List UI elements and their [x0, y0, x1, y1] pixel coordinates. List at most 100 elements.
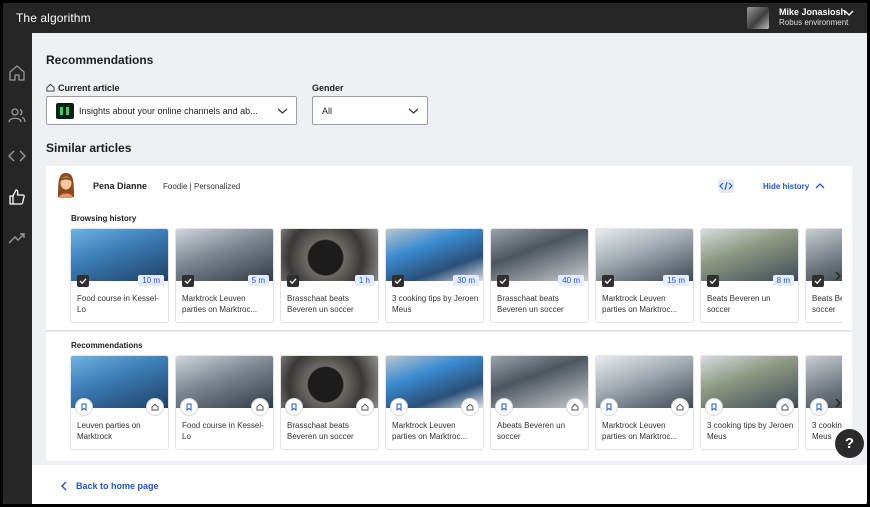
bookmark-icon	[501, 403, 507, 411]
history-article-card[interactable]: 1 h Brasschaat beats Beveren un soccer	[280, 228, 379, 323]
history-article-card[interactable]: 30 m 3 cooking tips by Jeroen Meus	[385, 228, 484, 323]
article-caption: Leuven parties on Marktrock	[77, 421, 141, 441]
code-button[interactable]	[718, 179, 734, 193]
chevron-down-icon[interactable]	[844, 9, 854, 17]
home-icon	[466, 403, 474, 411]
recommended-article-card[interactable]: Leuven parties on Marktrock	[70, 355, 169, 450]
article-thumbnail	[491, 229, 588, 281]
article-caption: Food course in Kessel-Lo	[182, 421, 264, 441]
home-button[interactable]	[777, 399, 793, 415]
checkbox-checked[interactable]	[392, 275, 404, 287]
recommended-article-card[interactable]: Food course in Kessel-Lo	[175, 355, 274, 450]
recommendations-row-title: Recommendations	[71, 341, 143, 350]
recommended-article-card[interactable]: 3 cooking tips by Jeroen Meus	[700, 355, 799, 450]
bookmark-icon	[711, 403, 717, 411]
history-article-card[interactable]: 40 m Brasschaat beats Beveren un soccer	[490, 228, 589, 323]
history-article-card[interactable]: 5 m Marktrock Leuven parties on Marktroc.…	[175, 228, 274, 323]
chevron-right-icon[interactable]	[832, 270, 844, 282]
bookmark-button[interactable]	[76, 399, 92, 415]
similar-articles-title: Similar articles	[46, 141, 132, 155]
app-title: The algorithm	[16, 11, 91, 25]
gender-value: All	[322, 106, 333, 116]
bookmark-icon	[81, 403, 87, 411]
recommended-article-card[interactable]: Marktrock Leuven parties on Marktroc...	[385, 355, 484, 450]
checkbox-checked[interactable]	[602, 275, 614, 287]
gender-select[interactable]: All	[312, 96, 428, 125]
bookmark-button[interactable]	[496, 399, 512, 415]
bookmark-button[interactable]	[601, 399, 617, 415]
chevron-right-icon[interactable]	[832, 397, 844, 409]
article-caption: Beats Beveren un soccer	[812, 294, 842, 314]
article-caption: Marktrock Leuven parties on Marktroc...	[602, 294, 678, 314]
browsing-history-row: 10 m Food course in Kessel-Lo 5 m Marktrock…	[70, 228, 842, 325]
bookmark-button[interactable]	[181, 399, 197, 415]
code-icon	[8, 150, 26, 162]
article-logo	[56, 103, 74, 119]
top-bar: The algorithm Mike Jonasiosh Robus envir…	[3, 3, 867, 33]
article-thumbnail	[386, 229, 483, 281]
page-title: Recommendations	[46, 53, 154, 67]
sidebar-item-code[interactable]	[7, 146, 27, 166]
article-caption: Brasschaat beats Beveren un soccer	[287, 421, 354, 441]
bookmark-button[interactable]	[811, 399, 827, 415]
person-avatar	[58, 173, 74, 198]
home-button[interactable]	[462, 399, 478, 415]
sidebar-item-users[interactable]	[7, 105, 27, 125]
history-article-card[interactable]: 15 m Marktrock Leuven parties on Marktroc…	[595, 228, 694, 323]
home-button[interactable]	[567, 399, 583, 415]
chevron-up-icon[interactable]	[815, 182, 825, 190]
chevron-left-icon[interactable]	[60, 481, 68, 491]
gender-label: Gender	[312, 83, 344, 93]
recommended-article-card[interactable]: Brasschaat beats Beveren un soccer	[280, 355, 379, 450]
article-caption: Brasschaat beats Beveren un soccer	[497, 294, 564, 314]
bookmark-button[interactable]	[286, 399, 302, 415]
divider	[46, 330, 852, 332]
recommended-article-card[interactable]: Marktrock Leuven parties on Marktroc...	[595, 355, 694, 450]
current-article-select[interactable]: Insights about your online channels and …	[46, 96, 297, 125]
sidebar	[3, 33, 32, 504]
home-button[interactable]	[252, 399, 268, 415]
person-name: Pena Dianne	[93, 181, 148, 191]
bookmark-button[interactable]	[706, 399, 722, 415]
current-article-label: Current article	[46, 83, 120, 93]
main-content: Recommendations Current article Insights…	[32, 33, 867, 504]
checkbox-checked[interactable]	[77, 275, 89, 287]
history-article-card[interactable]: 8 m Beats Beveren un soccer	[700, 228, 799, 323]
back-to-home-link[interactable]: Back to home page	[76, 481, 159, 491]
article-thumbnail	[71, 229, 168, 281]
history-article-card[interactable]: 10 m Food course in Kessel-Lo	[70, 228, 169, 323]
time-badge: 1 h	[354, 275, 374, 286]
article-thumbnail	[281, 229, 378, 281]
checkbox-checked[interactable]	[287, 275, 299, 287]
article-caption: Marktrock Leuven parties on Marktroc...	[602, 421, 678, 441]
user-avatar[interactable]	[747, 7, 769, 29]
recommended-article-card[interactable]: Abeats Beveren un soccer	[490, 355, 589, 450]
article-caption: Marktrock Leuven parties on Marktroc...	[392, 421, 468, 441]
checkbox-checked[interactable]	[497, 275, 509, 287]
article-thumbnail	[596, 229, 693, 281]
user-name[interactable]: Mike Jonasiosh	[779, 7, 846, 17]
checkbox-checked[interactable]	[182, 275, 194, 287]
checkbox-checked[interactable]	[812, 275, 824, 287]
article-thumbnail	[176, 229, 273, 281]
time-badge: 30 m	[453, 275, 479, 286]
bookmark-button[interactable]	[391, 399, 407, 415]
article-caption: Food course in Kessel-Lo	[77, 294, 159, 314]
home-icon	[781, 403, 789, 411]
home-button[interactable]	[147, 399, 163, 415]
checkbox-checked[interactable]	[707, 275, 719, 287]
check-icon	[814, 278, 822, 285]
help-button[interactable]: ?	[835, 429, 864, 458]
check-icon	[289, 278, 297, 285]
time-badge: 40 m	[558, 275, 584, 286]
sidebar-item-trends[interactable]	[7, 228, 27, 248]
article-caption: Abeats Beveren un soccer	[497, 421, 566, 441]
home-button[interactable]	[357, 399, 373, 415]
recommendations-row: Leuven parties on Marktrock Food course i…	[70, 355, 842, 452]
home-button[interactable]	[672, 399, 688, 415]
sidebar-item-recommendations[interactable]	[7, 187, 27, 207]
home-icon	[571, 403, 579, 411]
hide-history-button[interactable]: Hide history	[763, 182, 809, 191]
sidebar-item-home[interactable]	[7, 63, 27, 83]
thumbs-up-icon	[9, 189, 25, 205]
